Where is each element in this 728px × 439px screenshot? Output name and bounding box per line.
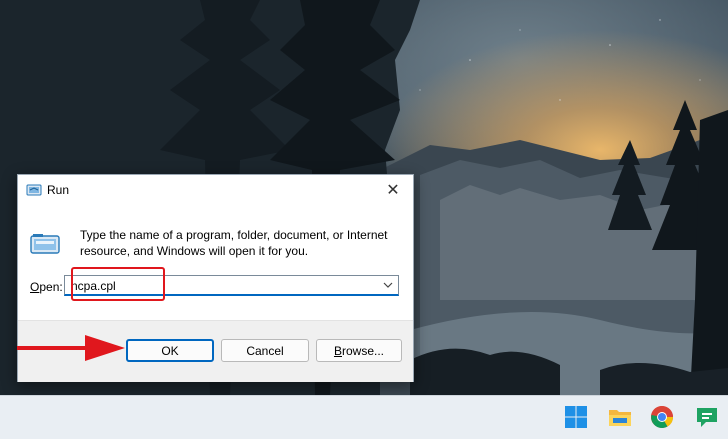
close-button[interactable]: ✕: [373, 175, 413, 205]
open-label: Open:: [30, 280, 63, 294]
open-label-accel: O: [30, 280, 40, 294]
chrome-icon[interactable]: [649, 404, 675, 430]
description-text: Type the name of a program, folder, docu…: [80, 228, 388, 258]
cancel-button[interactable]: Cancel: [221, 339, 309, 362]
close-icon: ✕: [386, 182, 400, 199]
taskbar: [0, 395, 728, 439]
run-icon: [30, 234, 60, 254]
open-input[interactable]: [71, 278, 371, 293]
open-combobox[interactable]: [64, 275, 399, 296]
arrow-annotation: [17, 335, 125, 361]
browse-label-accel: B: [333, 343, 342, 358]
chevron-down-icon[interactable]: [382, 279, 394, 291]
file-explorer-icon[interactable]: [607, 404, 633, 430]
browse-button[interactable]: Browse...: [316, 339, 402, 362]
chat-icon[interactable]: [694, 404, 720, 430]
run-icon: [26, 184, 42, 196]
titlebar[interactable]: Run ✕: [18, 175, 413, 205]
open-label-rest: pen:: [39, 280, 63, 294]
browse-label-rest: rowse...: [342, 343, 385, 358]
ok-button[interactable]: OK: [126, 339, 214, 362]
windows-start-icon[interactable]: [563, 404, 589, 430]
dialog-title: Run: [47, 183, 70, 197]
